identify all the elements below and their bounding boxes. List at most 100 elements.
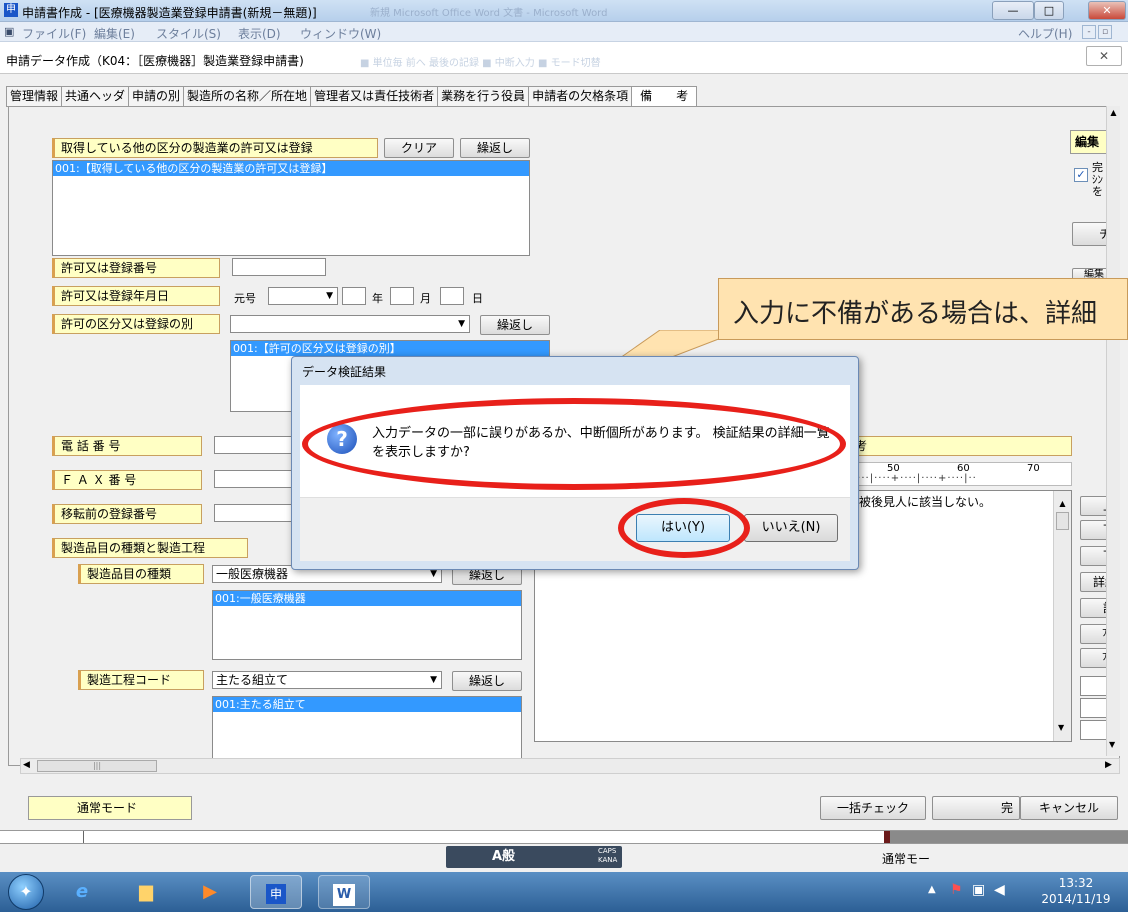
media-player-icon[interactable]: ▶ <box>184 875 236 909</box>
check-all-button[interactable]: 一括チェック <box>820 796 926 820</box>
status-area: A般 CAPS KANA 通常モー <box>0 844 1128 872</box>
scroll-right-icon[interactable]: ▶ <box>1105 760 1112 770</box>
repeat-button-4[interactable]: 繰返し <box>452 671 522 691</box>
panel-horizontal-scrollbar[interactable]: ◀ ||| ▶ <box>20 758 1120 774</box>
remarks-label: 考 <box>850 436 1072 456</box>
permit-kind-label: 許可の区分又は登録の別 <box>52 314 220 334</box>
ime-mode: A般 <box>492 849 516 864</box>
ie-icon[interactable]: e <box>56 875 108 909</box>
maximize-icon: □ <box>1043 4 1055 17</box>
list-item[interactable]: 001:【取得している他の区分の製造業の許可又は登録】 <box>53 161 529 176</box>
day-input[interactable] <box>440 287 464 305</box>
app-taskbar-button[interactable]: 申 <box>250 875 302 909</box>
scroll-thumb[interactable]: ||| <box>37 760 157 772</box>
maximize-button[interactable]: □ <box>1034 1 1064 20</box>
complete-button[interactable]: 完 <box>932 796 1020 820</box>
tab-common-header[interactable]: 共通ヘッダ <box>61 86 129 107</box>
process-code-list[interactable]: 001:主たる組立て <box>212 696 522 760</box>
list-item[interactable]: 001:【許可の区分又は登録の別】 <box>231 341 549 356</box>
mode-indicator: 通常モード <box>28 796 192 820</box>
background-window-title: 新規 Microsoft Office Word 文書 - Microsoft … <box>370 8 608 19</box>
status-mode: 通常モー <box>882 852 931 866</box>
panel-vertical-scrollbar[interactable]: ▲ ▼ <box>1106 106 1120 756</box>
menu-window[interactable]: ウィンドウ(W) <box>300 25 381 42</box>
close-button[interactable]: ✕ <box>1088 1 1126 20</box>
scroll-down-icon[interactable]: ▼ <box>1058 723 1064 732</box>
list-item[interactable]: 001:一般医療機器 <box>213 591 521 606</box>
minimize-button[interactable]: — <box>992 1 1034 20</box>
permit-number-input[interactable] <box>232 258 326 276</box>
form-title: 申請データ作成（K04：［医療機器］製造業登録申請書) <box>6 54 304 68</box>
lower-strip <box>0 830 1128 844</box>
message-highlight-ring <box>302 398 846 490</box>
list-item[interactable]: 001:主たる組立て <box>213 697 521 712</box>
action-center-flag-icon[interactable]: ⚑ <box>950 882 963 898</box>
word-taskbar-button[interactable]: W <box>318 875 370 909</box>
permit-kind-select[interactable]: ▼ <box>230 315 470 333</box>
tab-strip: 管理情報 共通ヘッダ 申請の別 製造所の名称／所在地 管理者又は責任技術者 業務を行う役員… <box>6 86 698 107</box>
process-code-value: 主たる組立て <box>216 673 289 687</box>
era-select[interactable]: ▼ <box>268 287 338 305</box>
menu-bar: ▣ ファイル(F) 編集(E) スタイル(S) 表示(D) ウィンドウ(W) ヘ… <box>0 22 1128 42</box>
ime-bar[interactable]: A般 CAPS KANA <box>446 846 622 868</box>
mdi-icon: ▣ <box>4 25 15 38</box>
close-icon: ✕ <box>1102 4 1112 17</box>
menu-edit[interactable]: 編集(E) <box>94 25 135 42</box>
scroll-left-icon[interactable]: ◀ <box>23 760 30 770</box>
menu-view[interactable]: 表示(D) <box>238 25 281 42</box>
form-close-button[interactable]: ✕ <box>1086 46 1122 66</box>
windows-logo-icon: ✦ <box>19 882 33 901</box>
remarks-scrollbar[interactable]: ▲ ▼ <box>1053 491 1071 741</box>
tab-remarks[interactable]: 備 考 <box>631 86 698 107</box>
menu-style[interactable]: スタイル(S) <box>156 25 221 42</box>
mdi-restore-icon[interactable]: ▫ <box>1098 25 1112 39</box>
network-icon[interactable]: ▣ <box>972 882 985 898</box>
tab-officers[interactable]: 業務を行う役員 <box>437 86 529 107</box>
era-label: 元号 <box>234 292 256 305</box>
prev-reg-label: 移転前の登録番号 <box>52 504 202 524</box>
product-type-label: 製造品目の種類 <box>78 564 204 584</box>
strip-cell <box>0 831 84 843</box>
tab-application-type[interactable]: 申請の別 <box>128 86 184 107</box>
repeat-button-2[interactable]: 繰返し <box>480 315 550 335</box>
title-bar: 申 申請書作成 - [医療機器製造業登録申請書(新規－無題)] 新規 Micro… <box>0 0 1128 22</box>
complete-label: 完ｼﾝを <box>1092 162 1103 198</box>
tab-management-info[interactable]: 管理情報 <box>6 86 62 107</box>
clear-button[interactable]: クリア <box>384 138 454 158</box>
tab-manager[interactable]: 管理者又は責任技術者 <box>310 86 438 107</box>
product-type-list[interactable]: 001:一般医療機器 <box>212 590 522 660</box>
start-button[interactable]: ✦ <box>8 874 44 910</box>
cancel-button[interactable]: キャンセル <box>1020 796 1118 820</box>
repeat-button-1[interactable]: 繰返し <box>460 138 530 158</box>
scroll-down-icon[interactable]: ▼ <box>1109 740 1115 749</box>
other-permit-list[interactable]: 001:【取得している他の区分の製造業の許可又は登録】 <box>52 160 530 256</box>
callout-text: 入力に不備がある場合は、詳細 <box>733 299 1098 329</box>
action-bar: 通常モード 一括チェック 完 キャンセル <box>0 790 1128 830</box>
yes-highlight-ring <box>618 498 750 558</box>
process-code-label: 製造工程コード <box>78 670 204 690</box>
scroll-thumb[interactable] <box>1056 512 1069 530</box>
complete-checkbox[interactable]: ✓ <box>1074 168 1088 182</box>
form-header: 申請データ作成（K04：［医療機器］製造業登録申請書) ■ 単位毎 前へ 最後の… <box>0 42 1128 74</box>
month-input[interactable] <box>390 287 414 305</box>
close-icon: ✕ <box>1098 49 1110 63</box>
day-label: 日 <box>472 292 483 305</box>
tab-disqualification[interactable]: 申請者の欠格条項 <box>528 86 632 107</box>
scroll-up-icon[interactable]: ▲ <box>1054 499 1071 508</box>
mdi-minimize-icon[interactable]: - <box>1082 25 1096 39</box>
tab-factory-name-address[interactable]: 製造所の名称／所在地 <box>183 86 311 107</box>
tray-expand-icon[interactable]: ▲ <box>928 884 936 895</box>
clock[interactable]: 13:32 2014/11/19 <box>1030 875 1122 907</box>
menu-file[interactable]: ファイル(F) <box>22 25 86 42</box>
explorer-icon[interactable]: ▆ <box>120 875 172 909</box>
scroll-up-icon[interactable]: ▲ <box>1107 108 1120 117</box>
clock-time: 13:32 <box>1058 876 1094 890</box>
menu-help[interactable]: ヘルプ(H) <box>1018 25 1072 42</box>
year-input[interactable] <box>342 287 366 305</box>
kana-label: KANA <box>598 856 618 864</box>
volume-icon[interactable]: ◀ <box>994 882 1005 898</box>
no-button[interactable]: いいえ(N) <box>744 514 838 542</box>
dialog-title: データ検証結果 <box>302 365 387 379</box>
app-icon: 申 <box>266 884 286 904</box>
process-code-select[interactable]: 主たる組立て ▼ <box>212 671 442 689</box>
